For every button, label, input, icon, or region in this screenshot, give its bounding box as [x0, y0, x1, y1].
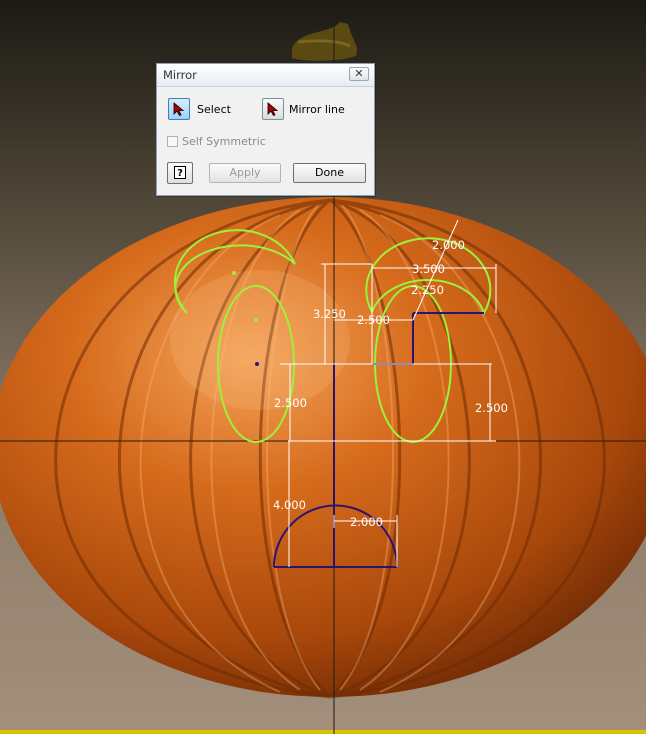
- pumpkin-body: [0, 197, 646, 699]
- select-label: Select: [197, 103, 231, 116]
- dimension-width-right-brow[interactable]: 3.500: [412, 262, 445, 276]
- help-icon: ?: [174, 166, 186, 179]
- mirror-line-button[interactable]: [262, 98, 284, 120]
- dimension-mouth-offset[interactable]: 4.000: [273, 498, 306, 512]
- mirror-dialog: Mirror ✕ Select Mirror line Self Symmetr…: [156, 63, 375, 196]
- help-button[interactable]: ?: [167, 162, 193, 184]
- dialog-title: Mirror: [163, 68, 197, 82]
- mirror-line-cursor-icon: [267, 102, 279, 116]
- dialog-titlebar[interactable]: Mirror ✕: [157, 64, 374, 87]
- dimension-vertical-brow-offset[interactable]: 3.250: [313, 307, 346, 321]
- floor-strip: [0, 730, 646, 734]
- dimension-radius-right-eye[interactable]: 2.250: [411, 283, 444, 297]
- apply-button[interactable]: Apply: [209, 163, 281, 183]
- done-button[interactable]: Done: [293, 163, 366, 183]
- close-button[interactable]: ✕: [349, 67, 369, 81]
- dimension-horizontal-offset[interactable]: 2.500: [357, 313, 390, 327]
- dimension-mouth-radius[interactable]: 2.000: [350, 515, 383, 529]
- dimension-left-eye-height[interactable]: 2.500: [274, 396, 307, 410]
- select-button[interactable]: [168, 98, 190, 120]
- dimension-right-eye-height[interactable]: 2.500: [475, 401, 508, 415]
- self-symmetric-checkbox[interactable]: [167, 136, 178, 147]
- close-icon: ✕: [354, 67, 364, 80]
- dimension-diameter-right-arc[interactable]: 2.000: [432, 238, 465, 252]
- self-symmetric-label: Self Symmetric: [182, 135, 266, 148]
- mirror-line-label: Mirror line: [289, 103, 345, 116]
- select-cursor-icon: [173, 102, 185, 116]
